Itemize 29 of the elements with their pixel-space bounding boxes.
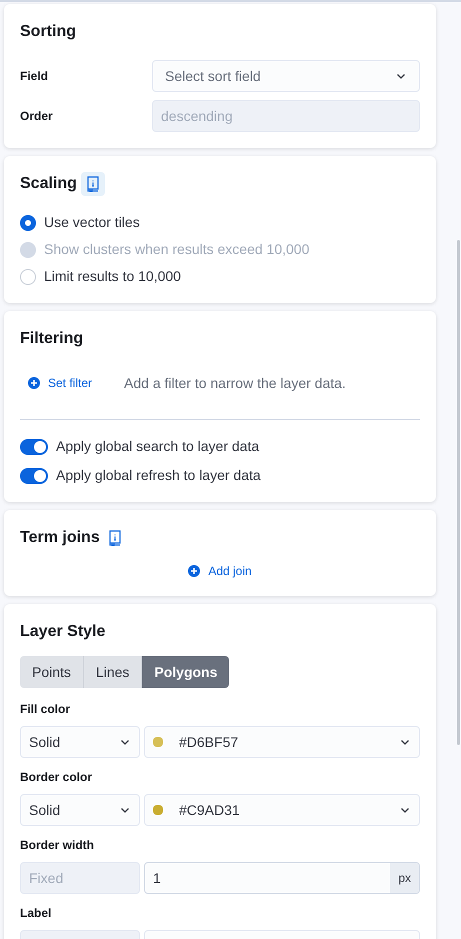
section-title: Filtering <box>20 329 84 349</box>
section-title: Term joins <box>20 528 100 548</box>
mode-select[interactable]: Solid <box>20 794 140 826</box>
mode-select[interactable]: Solid <box>20 726 140 758</box>
section-title: Sorting <box>20 22 77 42</box>
unit-label: px <box>390 863 419 893</box>
field-label: Field <box>20 68 50 85</box>
field-label: Order <box>20 108 54 125</box>
property-label: Border color <box>20 769 94 786</box>
radio-label: Show clusters when results exceed 10,000 <box>44 240 310 259</box>
color-select[interactable]: #D6BF57 <box>144 726 420 758</box>
filter-hint: Add a filter to narrow the layer data. <box>124 374 346 393</box>
style-tab[interactable]: Lines <box>84 656 142 688</box>
property-label: Border width <box>20 837 95 854</box>
number-field[interactable]: 1 px <box>144 862 420 894</box>
style-tab[interactable]: Polygons <box>142 656 230 688</box>
style-tab[interactable]: Points <box>20 656 84 688</box>
radio-label: Limit results to 10,000 <box>44 267 181 286</box>
property-label: Label <box>20 905 52 922</box>
property-label: Fill color <box>20 701 72 718</box>
color-select[interactable]: #C9AD31 <box>144 794 420 826</box>
section-title: Scaling <box>20 174 77 194</box>
switch-label: Apply global refresh to layer data <box>56 466 261 485</box>
switch-label: Apply global search to layer data <box>56 437 260 456</box>
set-filter-button[interactable]: Set filter <box>28 374 92 392</box>
select-field[interactable]: Select sort field <box>152 60 420 92</box>
add-join-button[interactable]: Add join <box>188 562 252 580</box>
section-title: Layer Style <box>20 622 106 642</box>
radio-label: Use vector tiles <box>44 213 140 232</box>
